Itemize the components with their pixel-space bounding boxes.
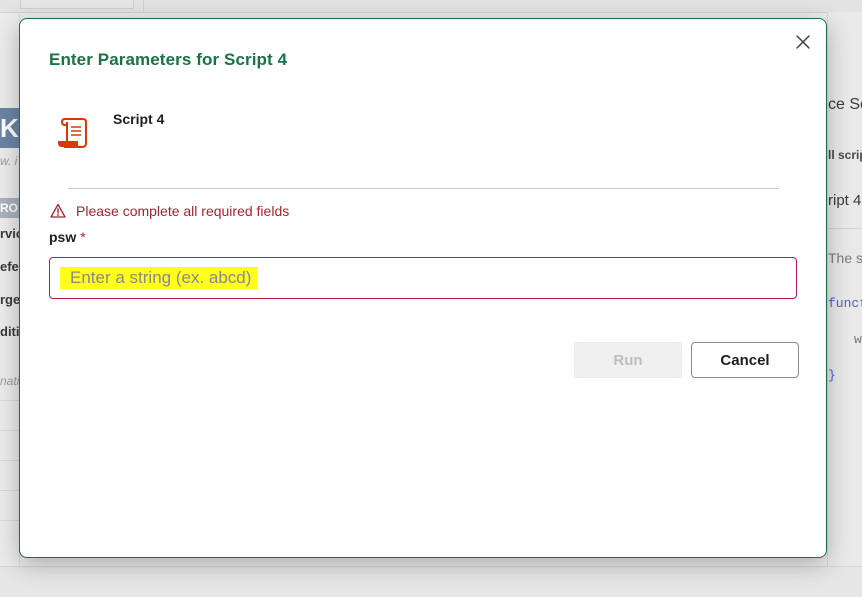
background-fragment: diti bbox=[0, 324, 19, 339]
background-fragment: w. i bbox=[0, 154, 18, 168]
background-divider bbox=[828, 228, 862, 229]
background-bottom-bar bbox=[0, 566, 862, 597]
background-toolbar-separator bbox=[143, 0, 144, 12]
background-fragment: RO bbox=[0, 198, 19, 218]
background-fragment: rvic bbox=[0, 226, 19, 241]
close-button[interactable] bbox=[788, 27, 818, 57]
script-scroll-icon bbox=[58, 118, 87, 148]
psw-field-label: psw * bbox=[49, 229, 86, 245]
validation-error: Please complete all required fields bbox=[50, 203, 289, 219]
psw-input[interactable]: Enter a string (ex. abcd) bbox=[49, 257, 797, 299]
field-label-text: psw bbox=[49, 229, 77, 245]
background-fragment: rge bbox=[0, 292, 19, 307]
error-message: Please complete all required fields bbox=[76, 203, 290, 219]
background-toolbar-box bbox=[20, 0, 134, 9]
background-fragment: functi bbox=[828, 296, 862, 311]
background-fragment: ll scrip bbox=[828, 148, 862, 162]
background-fragment: w bbox=[854, 332, 862, 347]
background-grid-line bbox=[0, 400, 20, 401]
background-fragment: ce Sc bbox=[828, 96, 862, 113]
run-button[interactable]: Run bbox=[574, 342, 682, 378]
cancel-button[interactable]: Cancel bbox=[691, 342, 799, 378]
background-fragment: The s bbox=[828, 250, 862, 266]
dialog-title: Enter Parameters for Script 4 bbox=[49, 50, 288, 69]
close-icon bbox=[796, 35, 810, 49]
background-fragment: nati bbox=[0, 374, 19, 388]
background-right-panel: ce Sc ll scrip ript 4 The s functi w } bbox=[827, 12, 862, 596]
background-grid-line bbox=[0, 460, 20, 461]
background-fragment: efe bbox=[0, 259, 19, 274]
background-fragment: } bbox=[828, 368, 836, 383]
background-left-banner: K bbox=[0, 108, 19, 148]
script-name: Script 4 bbox=[113, 111, 165, 127]
background-grid-line bbox=[0, 520, 20, 521]
background-fragment: K bbox=[0, 113, 19, 143]
background-grid-line bbox=[0, 430, 20, 431]
psw-input-placeholder: Enter a string (ex. abcd) bbox=[60, 267, 258, 289]
divider bbox=[68, 188, 779, 189]
warning-icon bbox=[50, 203, 66, 218]
required-asterisk: * bbox=[80, 229, 86, 245]
background-fragment: ript 4 bbox=[828, 192, 862, 209]
background-grid-line bbox=[0, 490, 20, 491]
parameters-dialog: Enter Parameters for Script 4 Script 4 P… bbox=[19, 18, 827, 558]
